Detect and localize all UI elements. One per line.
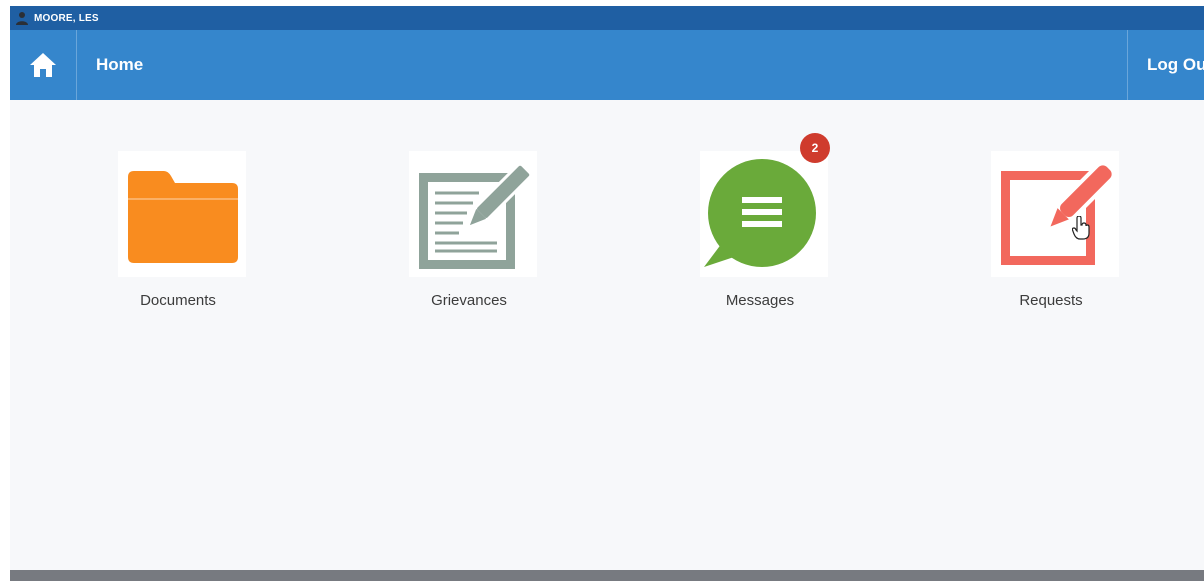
home-button[interactable]: [10, 30, 77, 100]
folder-icon: [118, 151, 246, 277]
edit-document-icon: [409, 151, 537, 277]
tile-label-grievances: Grievances: [431, 292, 507, 309]
user-icon: [16, 12, 28, 25]
home-icon: [30, 53, 56, 77]
logout-button[interactable]: Log Out: [1127, 30, 1204, 100]
chat-bubble-icon: [700, 151, 828, 277]
tile-requests[interactable]: Requests: [941, 146, 1161, 326]
user-name: MOORE, LES: [34, 12, 99, 24]
footer-bar: [10, 570, 1204, 581]
edit-square-icon: [991, 151, 1119, 277]
top-navbar: Home Log Out: [10, 30, 1204, 100]
user-bar: MOORE, LES: [10, 6, 1204, 30]
tile-label-documents: Documents: [140, 292, 216, 309]
tile-documents[interactable]: Documents: [68, 146, 288, 326]
tile-label-requests: Requests: [1019, 292, 1083, 309]
tile-grievances[interactable]: Grievances: [359, 146, 579, 326]
tile-messages[interactable]: Messages: [650, 146, 870, 326]
app-window: MOORE, LES Home Log Out Documents: [10, 6, 1204, 581]
unread-messages-badge: 2: [800, 133, 830, 163]
hand-cursor-icon: [1072, 216, 1090, 240]
tile-label-messages: Messages: [725, 292, 795, 309]
page-title: Home: [96, 55, 144, 74]
